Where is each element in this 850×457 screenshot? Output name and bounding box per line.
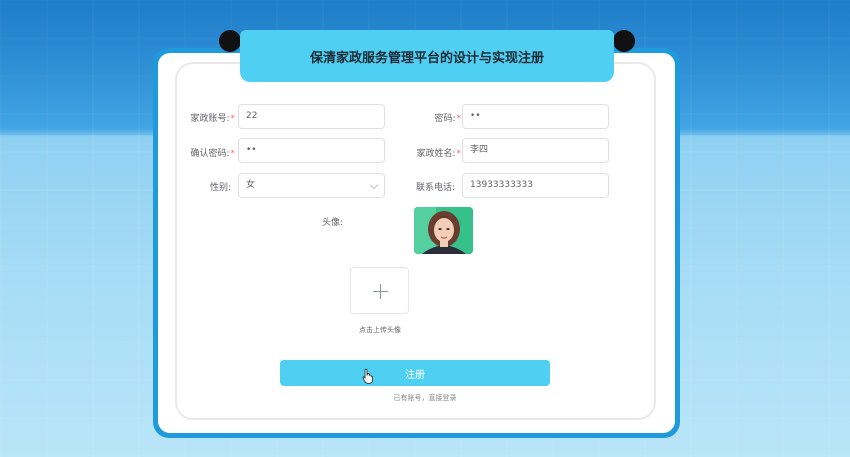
phone-label: 联系电话: (375, 180, 455, 193)
password-value: •• (470, 111, 481, 121)
binder-ring-left (219, 30, 241, 52)
register-button-label: 注册 (405, 369, 425, 381)
password-label-text: 密码: (434, 114, 456, 124)
password-label: 密码:* (381, 111, 461, 124)
binder-ring-right (613, 30, 635, 52)
avatar-label: 头像: (263, 215, 343, 228)
avatar-image (414, 207, 473, 254)
confirm-value: •• (246, 145, 257, 155)
phone-label-text: 联系电话: (415, 183, 455, 193)
name-label: 家政姓名:* (381, 146, 461, 159)
account-label: 家政账号:* (155, 111, 235, 124)
upload-hint: 点击上传头像 (359, 326, 401, 334)
name-value: 李四 (470, 145, 489, 155)
required-mark: * (456, 149, 462, 159)
register-button[interactable]: 注册 (280, 360, 550, 386)
confirm-password-label: 确认密码:* (155, 146, 235, 159)
confirm-label-text: 确认密码: (190, 149, 230, 159)
avatar-portrait (414, 207, 473, 254)
gender-label: 性别: (151, 180, 231, 193)
avatar-upload-button[interactable] (350, 267, 409, 314)
avatar-label-text: 头像: (321, 218, 343, 228)
phone-value: 13933333333 (470, 180, 533, 190)
phone-input[interactable]: 13933333333 (462, 173, 609, 198)
hand-cursor-icon (362, 368, 373, 384)
required-mark: * (230, 149, 236, 159)
account-input[interactable]: 22 (238, 104, 385, 129)
gender-select[interactable]: 女 (238, 173, 385, 198)
login-link[interactable]: 已有账号，直接登录 (340, 393, 510, 403)
name-label-text: 家政姓名: (416, 149, 456, 159)
title-banner: 保清家政服务管理平台的设计与实现注册 (240, 30, 614, 82)
password-input[interactable]: •• (462, 104, 609, 129)
gender-label-text: 性别: (209, 183, 231, 193)
account-label-text: 家政账号: (190, 114, 230, 124)
gender-value: 女 (246, 180, 256, 190)
account-value: 22 (246, 111, 258, 121)
name-input[interactable]: 李四 (462, 138, 609, 163)
required-mark: * (456, 114, 462, 124)
confirm-password-input[interactable]: •• (238, 138, 385, 163)
page-title: 保清家政服务管理平台的设计与实现注册 (309, 50, 544, 66)
required-mark: * (230, 114, 236, 124)
plus-icon-vertical (380, 284, 381, 299)
